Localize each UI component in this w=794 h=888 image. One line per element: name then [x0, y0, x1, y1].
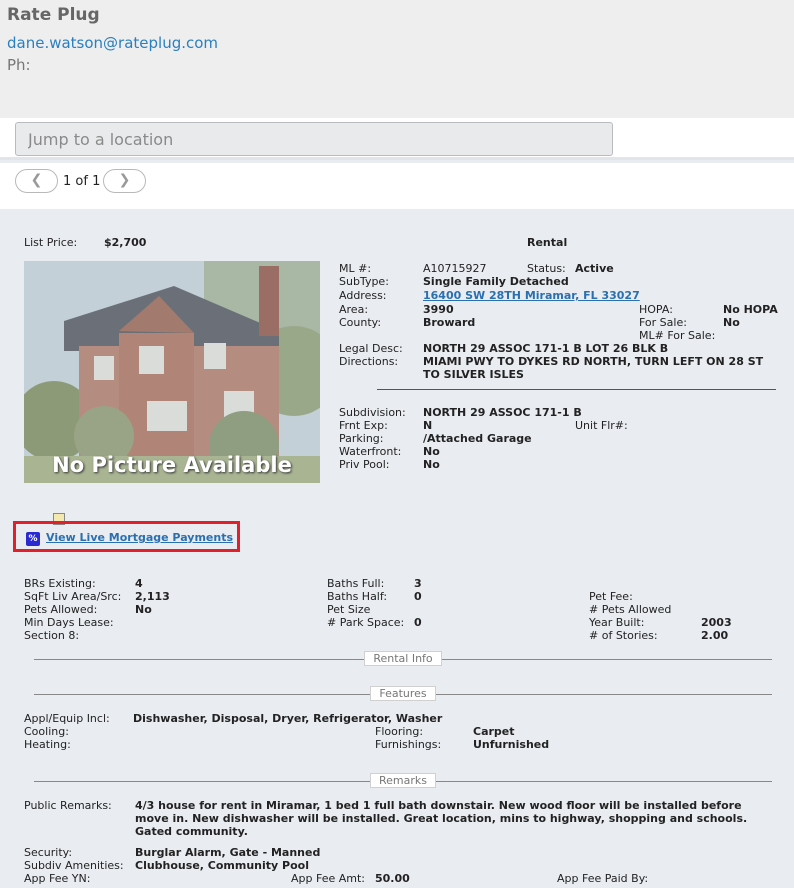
forsale-label: For Sale:: [639, 316, 687, 329]
status-value: Active: [575, 262, 614, 275]
next-page-button[interactable]: ❯: [103, 169, 146, 193]
hopa-value: No HOPA: [723, 303, 778, 316]
flooring-label: Flooring:: [375, 725, 424, 738]
county-value: Broward: [423, 316, 476, 329]
baths-full-value: 3: [414, 577, 422, 590]
subdivision-label: Subdivision:: [339, 406, 406, 419]
park-space-value: 0: [414, 616, 422, 629]
num-pets-label: # Pets Allowed: [589, 603, 672, 616]
rental-info-heading: Rental Info: [364, 651, 442, 666]
house-image: [24, 261, 320, 483]
legal-desc-label: Legal Desc:: [339, 342, 403, 355]
unit-flr-label: Unit Flr#:: [575, 419, 628, 432]
search-bar: [0, 118, 794, 160]
status-label: Status:: [527, 262, 566, 275]
subtype-label: SubType:: [339, 275, 389, 288]
page-count: 1 of 1: [63, 174, 101, 189]
directions-line-1: MIAMI PWY TO DYKES RD NORTH, TURN LEFT O…: [423, 355, 764, 368]
sqft-label: SqFt Liv Area/Src:: [24, 590, 122, 603]
divider: [377, 389, 776, 390]
section8-label: Section 8:: [24, 629, 80, 642]
year-built-label: Year Built:: [589, 616, 645, 629]
public-remarks-label: Public Remarks:: [24, 799, 112, 812]
forsale-value: No: [723, 316, 740, 329]
appl-label: Appl/Equip Incl:: [24, 712, 110, 725]
app-fee-amt-value: 50.00: [375, 872, 410, 885]
parking-label: Parking:: [339, 432, 384, 445]
list-price-label: List Price:: [24, 236, 78, 249]
waterfront-label: Waterfront:: [339, 445, 402, 458]
brs-label: BRs Existing:: [24, 577, 96, 590]
ml-value: A10715927: [423, 262, 487, 275]
legal-desc-value: NORTH 29 ASSOC 171-1 B LOT 26 BLK B: [423, 342, 669, 355]
prev-page-button[interactable]: ❮: [15, 169, 58, 193]
listing-type: Rental: [527, 236, 568, 249]
no-picture-text: No Picture Available: [52, 453, 292, 477]
mortgage-payments-box: % View Live Mortgage Payments: [13, 521, 240, 552]
ml-forsale-label: ML# For Sale:: [639, 329, 716, 342]
phone-label: Ph:: [7, 56, 31, 74]
waterfront-value: No: [423, 445, 440, 458]
app-fee-amt-label: App Fee Amt:: [291, 872, 366, 885]
directions-label: Directions:: [339, 355, 399, 368]
public-remarks-line-2: move in. New dishwasher will be installe…: [135, 812, 748, 825]
frnt-exp-value: N: [423, 419, 433, 432]
area-label: Area:: [339, 303, 369, 316]
min-days-label: Min Days Lease:: [24, 616, 114, 629]
address-label: Address:: [339, 289, 387, 302]
mortgage-payments-link[interactable]: View Live Mortgage Payments: [46, 531, 233, 544]
pager: ❮ 1 of 1 ❯: [0, 163, 794, 209]
list-price-value: $2,700: [104, 236, 147, 249]
pets-label: Pets Allowed:: [24, 603, 98, 616]
subdivision-value: NORTH 29 ASSOC 171-1 B: [423, 406, 582, 419]
features-heading: Features: [370, 686, 436, 701]
heating-label: Heating:: [24, 738, 71, 751]
furnishings-label: Furnishings:: [375, 738, 442, 751]
furnishings-value: Unfurnished: [473, 738, 550, 751]
pet-size-label: Pet Size: [327, 603, 371, 616]
percent-house-icon[interactable]: %: [26, 532, 40, 546]
priv-pool-value: No: [423, 458, 440, 471]
agent-email[interactable]: dane.watson@rateplug.com: [7, 34, 218, 52]
app-fee-paid-label: App Fee Paid By:: [557, 872, 649, 885]
hopa-label: HOPA:: [639, 303, 673, 316]
ml-label: ML #:: [339, 262, 372, 275]
stories-value: 2.00: [701, 629, 729, 642]
baths-half-value: 0: [414, 590, 422, 603]
county-label: County:: [339, 316, 382, 329]
parking-value: /Attached Garage: [423, 432, 532, 445]
directions-line-2: TO SILVER ISLES: [423, 368, 524, 381]
frnt-exp-label: Frnt Exp:: [339, 419, 388, 432]
remarks-heading: Remarks: [370, 773, 436, 788]
baths-full-label: Baths Full:: [327, 577, 385, 590]
header: Rate Plug dane.watson@rateplug.com Ph:: [0, 0, 794, 118]
cooling-label: Cooling:: [24, 725, 69, 738]
pets-value: No: [135, 603, 152, 616]
sqft-value: 2,113: [135, 590, 170, 603]
stories-label: # of Stories:: [589, 629, 658, 642]
pet-fee-label: Pet Fee:: [589, 590, 633, 603]
amenities-label: Subdiv Amenities:: [24, 859, 124, 872]
security-label: Security:: [24, 846, 73, 859]
park-space-label: # Park Space:: [327, 616, 405, 629]
area-value: 3990: [423, 303, 454, 316]
brand-name: Rate Plug: [7, 5, 100, 25]
amenities-value: Clubhouse, Community Pool: [135, 859, 309, 872]
public-remarks-line-3: Gated community.: [135, 825, 248, 838]
public-remarks-line-1: 4/3 house for rent in Miramar, 1 bed 1 f…: [135, 799, 742, 812]
brs-value: 4: [135, 577, 143, 590]
baths-half-label: Baths Half:: [327, 590, 388, 603]
location-search-input[interactable]: [15, 122, 613, 156]
flooring-value: Carpet: [473, 725, 515, 738]
appl-value: Dishwasher, Disposal, Dryer, Refrigerato…: [133, 712, 443, 725]
listing-photo[interactable]: No Picture Available: [24, 261, 320, 483]
address-link[interactable]: 16400 SW 28TH Miramar, FL 33027: [423, 289, 640, 302]
year-built-value: 2003: [701, 616, 732, 629]
priv-pool-label: Priv Pool:: [339, 458, 390, 471]
app-fee-yn-label: App Fee YN:: [24, 872, 91, 885]
security-value: Burglar Alarm, Gate - Manned: [135, 846, 321, 859]
subtype-value: Single Family Detached: [423, 275, 569, 288]
